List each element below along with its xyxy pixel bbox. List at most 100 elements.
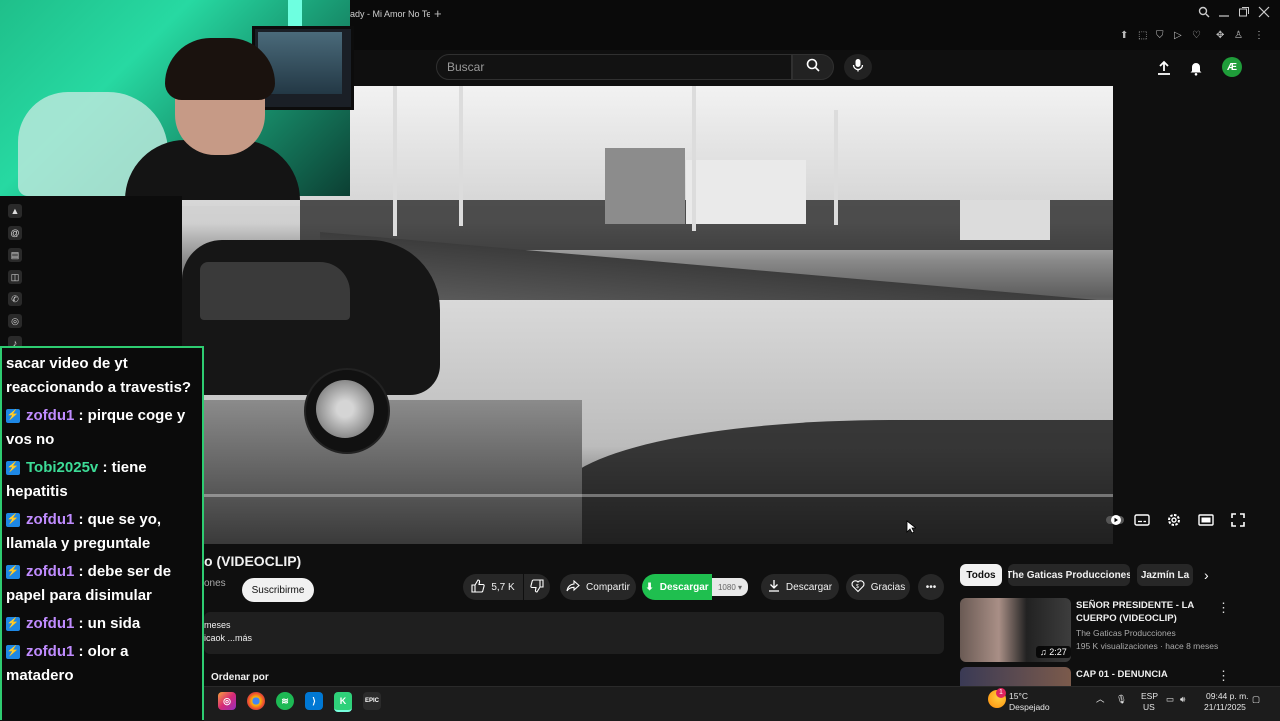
chat-text: : un sida	[78, 615, 141, 632]
video-scene-pole	[393, 86, 397, 236]
download-arrow-icon: ⬇	[645, 581, 654, 593]
subscribe-button[interactable]: Suscribirme	[242, 578, 314, 602]
screenshot-extension-icon[interactable]: ⬚	[1138, 30, 1147, 41]
pin-extension-icon[interactable]: ⬆	[1120, 30, 1128, 41]
extension-download-button[interactable]: ⬇ Descargar	[642, 574, 712, 600]
twitch-icon: ◫	[8, 270, 22, 284]
notification-center-icon[interactable]: ▢	[1252, 694, 1260, 705]
chrome-app-icon[interactable]	[247, 692, 265, 710]
browser-tab[interactable]: ady - Mi Amor No Te	[350, 6, 430, 27]
share-arrow-icon	[566, 579, 580, 595]
theater-mode-icon[interactable]	[1196, 511, 1216, 529]
shield-extension-icon[interactable]: ⛉	[1156, 30, 1164, 41]
social-icons-column: ▲ @ ▤ ◫ ✆ ◎ ♪	[8, 204, 24, 358]
voice-search-button[interactable]	[844, 54, 872, 80]
upload-icon[interactable]	[1154, 58, 1174, 78]
heart-extension-icon[interactable]: ♡	[1192, 30, 1201, 41]
microphone-tray-icon[interactable]: 🎙︎	[1116, 694, 1127, 705]
chat-message: ⚡ zofdu1 : olor a matadero	[6, 640, 198, 688]
sort-comments-button[interactable]: Ordenar por	[211, 672, 269, 683]
close-icon[interactable]	[1258, 6, 1270, 21]
video-scene-building	[605, 148, 685, 224]
channel-name-fragment[interactable]: ones	[204, 578, 226, 589]
vscode-app-icon[interactable]: ⟩	[305, 692, 323, 710]
search-button[interactable]	[792, 54, 834, 80]
like-count: 5,7 K	[491, 581, 515, 593]
menu-dots-icon[interactable]: ⋮	[1254, 30, 1264, 41]
puzzle-extension-icon[interactable]: ✥	[1216, 30, 1224, 41]
play-extension-icon[interactable]: ▷	[1174, 30, 1182, 41]
share-button[interactable]: Compartir	[560, 574, 636, 600]
chat-username: Tobi2025v	[26, 459, 99, 476]
svg-text:$: $	[856, 584, 859, 590]
description-preview[interactable]: icaok ...más	[204, 633, 252, 643]
download-button[interactable]: Descargar	[761, 574, 839, 600]
related-video-menu-icon[interactable]: ⋮	[1217, 600, 1230, 616]
chip-all[interactable]: Todos	[960, 564, 1002, 586]
video-scene-building	[686, 160, 806, 224]
chat-username: zofdu1	[26, 615, 75, 632]
chevron-right-icon[interactable]: ›	[1204, 567, 1209, 583]
video-progress-bar[interactable]	[182, 494, 1113, 497]
subtitles-icon[interactable]	[1132, 511, 1152, 529]
weather-temperature[interactable]: 15°C	[1009, 691, 1028, 702]
video-scene-pole	[692, 86, 696, 231]
thanks-label: Gracias	[870, 581, 906, 593]
more-horizontal-icon: •••	[925, 581, 937, 593]
description-meta: meses	[204, 620, 231, 630]
description-box[interactable]	[204, 612, 944, 654]
related-video-title[interactable]: CAP 01 - DENUNCIA	[1076, 668, 1210, 681]
related-video-channel[interactable]: The Gaticas Producciones	[1076, 628, 1176, 638]
more-actions-button[interactable]: •••	[918, 574, 944, 600]
thanks-button[interactable]: $ Gracias	[846, 574, 910, 600]
instagram-icon: ◎	[8, 314, 22, 328]
settings-gear-icon[interactable]	[1164, 511, 1184, 529]
subscriber-badge-icon: ⚡	[6, 409, 20, 424]
like-button[interactable]: 5,7 K	[463, 574, 523, 600]
quality-value: 1080	[717, 582, 736, 592]
related-video-menu-icon[interactable]: ⋮	[1217, 668, 1230, 684]
subscriber-badge-icon: ⚡	[6, 565, 20, 580]
new-tab-button[interactable]: +	[434, 6, 442, 21]
chat-message: ⚡ zofdu1 : debe ser de papel para disimul…	[6, 560, 198, 608]
kick-app-icon[interactable]: K	[334, 692, 352, 712]
whatsapp-icon: ✆	[8, 292, 22, 306]
related-video-title[interactable]: SEÑOR PRESIDENTE - LA CUERPO (VIDEOCLIP)	[1076, 599, 1210, 625]
search-tabs-icon[interactable]	[1198, 6, 1210, 21]
duration-text: 2:27	[1049, 647, 1067, 657]
instagram-app-icon[interactable]: ◎	[218, 692, 236, 710]
input-language-secondary[interactable]: US	[1143, 702, 1155, 713]
chat-message: ⚡ zofdu1 : pirque coge y vos no	[6, 404, 198, 452]
autoplay-toggle-icon[interactable]	[1105, 511, 1125, 529]
quality-select[interactable]: 1080 ▾	[712, 578, 748, 596]
download-label: Descargar	[785, 581, 833, 593]
subscriber-badge-icon: ⚡	[6, 617, 20, 632]
tray-overflow-chevron-icon[interactable]: ︿	[1096, 694, 1105, 705]
chip-related[interactable]: Jazmín La	[1137, 564, 1193, 586]
clock-date[interactable]: 21/11/2025	[1204, 702, 1246, 713]
network-icon[interactable]: ▭	[1166, 694, 1174, 705]
profile-extension-icon[interactable]: ♙	[1234, 30, 1243, 41]
clock-time[interactable]: 09:44 p. m.	[1206, 691, 1249, 702]
video-scene-pole	[459, 86, 463, 226]
chat-bubble-icon: ▤	[8, 248, 22, 262]
thanks-heart-icon: $	[851, 579, 865, 596]
restore-icon[interactable]	[1238, 6, 1250, 21]
chat-message: ⚡ zofdu1 : que se yo, llamala y preguntal…	[6, 508, 198, 556]
search-input[interactable]	[437, 55, 791, 79]
volume-icon[interactable]: 🔊︎	[1180, 694, 1185, 705]
epic-games-app-icon[interactable]: EPIC	[363, 692, 381, 710]
video-scene-car-window	[200, 262, 350, 320]
notifications-bell-icon[interactable]	[1186, 58, 1206, 78]
minimize-icon[interactable]	[1218, 6, 1230, 21]
weather-description[interactable]: Despejado	[1009, 702, 1050, 713]
spotify-app-icon[interactable]: ≋	[276, 692, 294, 710]
music-note-icon: ♫	[1040, 647, 1050, 657]
search-box	[436, 54, 792, 80]
account-avatar[interactable]: Æ	[1222, 57, 1242, 77]
search-icon	[806, 58, 820, 77]
fullscreen-icon[interactable]	[1228, 511, 1248, 529]
chip-channel[interactable]: The Gaticas Producciones	[1008, 564, 1130, 586]
dislike-button[interactable]	[524, 574, 550, 600]
input-language-primary[interactable]: ESP	[1141, 691, 1158, 702]
